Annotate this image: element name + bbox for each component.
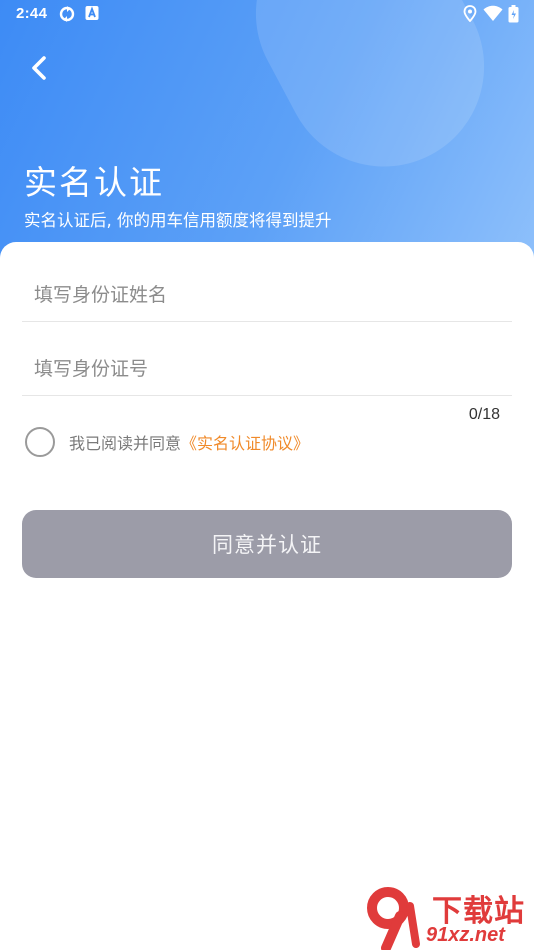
page-title: 实名认证	[24, 163, 164, 202]
wifi-icon	[483, 5, 503, 26]
decorative-shape	[220, 0, 520, 202]
watermark-9-icon	[367, 887, 420, 950]
agreement-row: 我已阅读并同意 《实名认证协议》	[25, 427, 309, 457]
status-bar: 2:44	[0, 0, 534, 28]
page-subtitle: 实名认证后, 你的用车信用额度将得到提升	[24, 211, 332, 230]
location-icon	[463, 5, 477, 26]
header-banner: 2:44 实名认证 实名认证后, 你的用车信用额度将得到提升	[0, 0, 534, 270]
sync-icon	[58, 5, 76, 27]
agreement-link[interactable]: 《实名认证协议》	[181, 430, 309, 454]
agree-and-verify-button[interactable]: 同意并认证	[22, 510, 512, 578]
a-badge-icon	[85, 5, 99, 25]
chevron-left-icon	[32, 56, 46, 80]
id-number-field	[22, 326, 512, 396]
watermark-text-bottom: 91xz.net	[426, 924, 505, 946]
id-char-counter: 0/18	[468, 406, 500, 423]
watermark-logo: 下载站 91xz.net	[360, 886, 534, 950]
name-field	[22, 252, 512, 322]
agree-label: 我已阅读并同意	[69, 434, 182, 453]
battery-icon	[508, 5, 519, 27]
back-button[interactable]	[26, 52, 54, 84]
id-number-input[interactable]	[22, 349, 512, 389]
status-time: 2:44	[16, 5, 48, 22]
name-input[interactable]	[22, 275, 512, 315]
agree-checkbox[interactable]	[25, 427, 55, 457]
